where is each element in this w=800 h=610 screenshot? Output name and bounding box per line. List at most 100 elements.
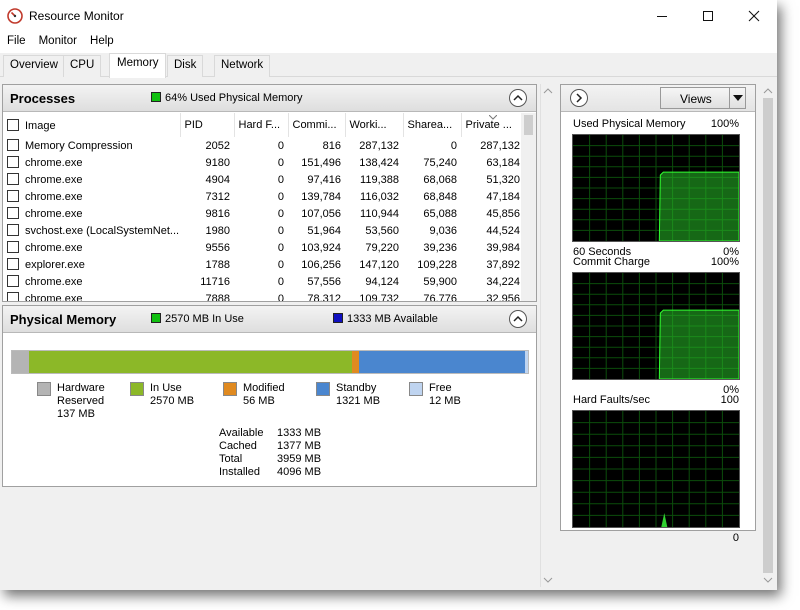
tab-overview[interactable]: Overview [3, 55, 65, 77]
process-checkbox[interactable] [7, 258, 19, 270]
process-cell: 94,124 [365, 275, 399, 288]
legend-value: 56 MB [243, 395, 275, 407]
process-cell: 2052 [205, 139, 230, 152]
tab-network[interactable]: Network [214, 55, 271, 77]
process-checkbox[interactable] [7, 190, 19, 202]
table-row[interactable]: Memory Compression 2052 0 816 287,132 0 287,13… [3, 137, 524, 154]
process-checkbox[interactable] [7, 207, 19, 219]
table-row[interactable]: chrome.exe 9180 0 151,496 138,424 75,240 63,18… [3, 154, 524, 171]
views-divider [729, 88, 730, 108]
legend-swatch [316, 382, 330, 396]
column-header-commit[interactable]: Commi... [288, 113, 346, 137]
legend-swatch [223, 382, 237, 396]
scroll-down-icon [543, 577, 553, 583]
views-dropdown[interactable]: Views [660, 87, 746, 109]
table-row[interactable]: explorer.exe 1788 0 106,256 147,120 109,228 37… [3, 256, 524, 273]
minimize-icon[interactable] [639, 0, 685, 31]
process-cell: 45,856 [486, 207, 520, 220]
process-cell: 287,132 [359, 139, 399, 152]
process-cell: 103,924 [301, 241, 341, 254]
graphs-scrollbar[interactable] [761, 84, 775, 587]
chevron-up-icon [513, 94, 523, 101]
process-cell: 0 [277, 275, 284, 288]
graph-plot [573, 135, 740, 242]
column-header-pid[interactable]: PID [180, 113, 235, 137]
menu-file[interactable]: File [7, 35, 26, 47]
processes-scrollbar[interactable] [521, 113, 536, 301]
process-cell: 63,184 [486, 156, 520, 169]
available-status-text: 1333 MB Available [347, 313, 438, 325]
process-cell: 0 [277, 173, 284, 186]
processes-header[interactable]: Processes 64% Used Physical Memory [3, 85, 536, 112]
process-cell: 1788 [205, 258, 230, 271]
menu-monitor[interactable]: Monitor [39, 35, 77, 47]
memory-tab-content: Processes 64% Used Physical Memory Image… [0, 77, 777, 590]
main-scrollbar[interactable] [540, 84, 554, 587]
process-cell: 53,560 [365, 224, 399, 237]
table-row[interactable]: svchost.exe (LocalSystemNet... 1980 0 51,96… [3, 222, 524, 239]
process-cell: 9816 [205, 207, 230, 220]
graph-title: Used Physical Memory [573, 118, 686, 130]
process-checkbox[interactable] [7, 139, 19, 151]
process-cell: 0 [277, 139, 284, 152]
table-row[interactable]: chrome.exe 11716 0 57,556 94,124 59,900 34,224 [3, 273, 524, 290]
summary-label: Cached [219, 440, 257, 452]
process-checkbox[interactable] [7, 241, 19, 253]
process-cell: 65,088 [423, 207, 457, 220]
process-cell: 75,240 [423, 156, 457, 169]
process-checkbox[interactable] [7, 173, 19, 185]
process-cell: 138,424 [359, 156, 399, 169]
column-header-working-set[interactable]: Worki... [345, 113, 404, 137]
graph-canvas [572, 134, 740, 242]
summary-row: Available 1333 MB [219, 427, 321, 440]
tab-cpu[interactable]: CPU [63, 55, 102, 77]
graphs-scroll-thumb[interactable] [763, 98, 773, 573]
column-header-shareable[interactable]: Sharea... [403, 113, 462, 137]
legend-swatch [409, 382, 423, 396]
processes-header-row: Image PID Hard F... Commi... Worki... Sh… [3, 113, 525, 137]
process-cell: 0 [450, 139, 457, 152]
process-image-name: svchost.exe (LocalSystemNet... [25, 225, 180, 237]
summary-value: 3959 MB [277, 453, 322, 465]
expand-graphs-button[interactable] [570, 89, 588, 107]
column-header-hard-faults[interactable]: Hard F... [234, 113, 289, 137]
memory-bar-segment [359, 351, 525, 373]
process-image-cell: chrome.exe [3, 290, 180, 301]
processes-scroll-thumb[interactable] [524, 115, 533, 135]
close-icon[interactable] [731, 0, 777, 31]
available-status: 1333 MB Available [333, 313, 438, 325]
table-row[interactable]: chrome.exe 9816 0 107,056 110,944 65,088 45,85… [3, 205, 524, 222]
column-header-label: Image [25, 119, 56, 132]
process-checkbox[interactable] [7, 292, 19, 301]
process-checkbox[interactable] [7, 224, 19, 236]
tab-disk[interactable]: Disk [167, 55, 204, 77]
table-row[interactable]: chrome.exe 7888 0 78,312 109,732 76,776 32,956 [3, 290, 524, 302]
process-cell: 34,224 [486, 275, 520, 288]
process-cell: 32,956 [486, 292, 520, 302]
scroll-up-icon [763, 88, 773, 94]
graph-max-label: 100% [710, 256, 739, 268]
process-cell: 110,944 [360, 207, 399, 220]
table-row[interactable]: chrome.exe 7312 0 139,784 116,032 68,848 47,18… [3, 188, 524, 205]
tab-memory[interactable]: Memory [109, 53, 166, 78]
process-cell: 78,312 [307, 292, 341, 302]
process-cell: 9180 [205, 156, 230, 169]
in-use-status-text: 2570 MB In Use [165, 313, 244, 325]
summary-value: 1333 MB [277, 427, 322, 439]
table-row[interactable]: chrome.exe 4904 0 97,416 119,388 68,068 51,320 [3, 171, 524, 188]
select-all-checkbox[interactable] [7, 118, 19, 131]
process-image-cell: svchost.exe (LocalSystemNet... [3, 222, 180, 239]
collapse-physical-memory-button[interactable] [509, 310, 527, 328]
collapse-processes-button[interactable] [509, 89, 527, 107]
process-cell: 107,056 [301, 207, 341, 220]
process-checkbox[interactable] [7, 275, 19, 287]
maximize-icon[interactable] [685, 0, 731, 31]
column-header-image[interactable]: Image [3, 113, 181, 137]
table-row[interactable]: chrome.exe 9556 0 103,924 79,220 39,236 39,984 [3, 239, 524, 256]
menu-help[interactable]: Help [90, 35, 114, 47]
summary-value: 4096 MB [277, 466, 322, 478]
physical-memory-header[interactable]: Physical Memory 2570 MB In Use 1333 MB A… [3, 306, 536, 333]
tab-bar: Overview CPU Memory Disk Network [0, 53, 777, 78]
legend-value: 12 MB [429, 395, 461, 407]
process-checkbox[interactable] [7, 156, 19, 168]
